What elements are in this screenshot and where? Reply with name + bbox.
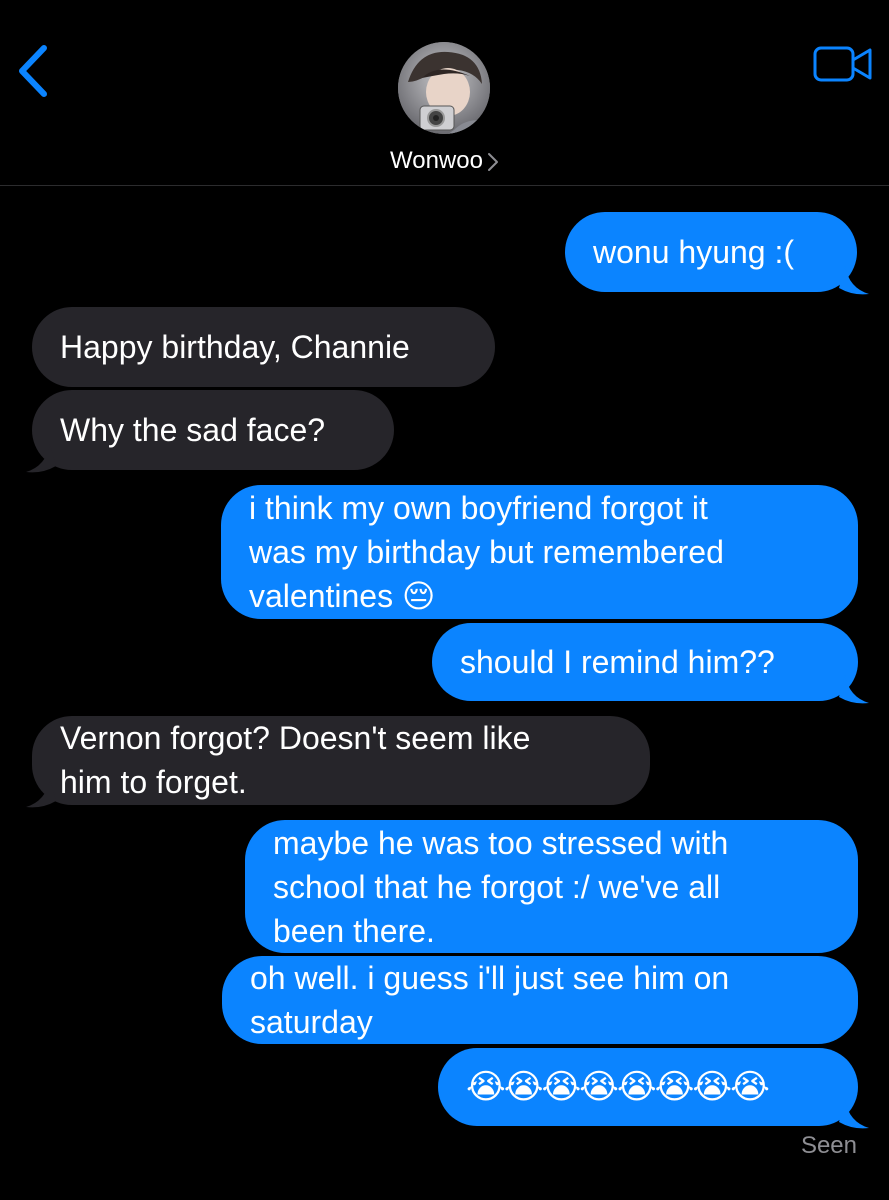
read-receipt: Seen [800,1132,857,1159]
message-text: Vernon forgot? Doesn't seem like him to … [60,720,531,800]
message-text: i think my own boyfriend forgot it was m… [249,490,724,614]
conversation-header: Wonwoo [0,0,889,186]
message-bubble-received[interactable]: Vernon forgot? Doesn't seem like him to … [32,716,650,805]
bubble-tail [839,266,869,295]
message-text: should I remind him?? [460,644,775,680]
bubble-tail [839,1100,869,1129]
contact-name: Wonwoo [390,147,483,174]
avatar-photo [398,42,490,134]
video-call-button[interactable] [812,44,874,84]
message-bubble-sent[interactable]: i think my own boyfriend forgot it was m… [221,485,858,619]
message-bubble-received[interactable]: Happy birthday, Channie [32,307,495,387]
message-bubble-sent[interactable]: maybe he was too stressed with school th… [245,820,858,953]
back-button[interactable] [14,42,54,100]
message-text: oh well. i guess i'll just see him on sa… [250,960,730,1040]
message-text: 😭😭😭😭😭😭😭😭 [466,1068,770,1106]
bubble-tail [839,675,869,704]
chevron-left-icon [19,45,47,97]
bubble-tail [26,779,56,808]
chevron-right-icon [487,152,498,171]
message-bubble-sent[interactable]: oh well. i guess i'll just see him on sa… [222,956,858,1044]
message-bubble-sent[interactable]: should I remind him?? [432,623,858,701]
bubble-tail [26,444,56,473]
video-camera-icon [813,46,872,82]
message-text: Happy birthday, Channie [60,329,410,365]
message-text: Why the sad face? [60,412,326,448]
message-text: maybe he was too stressed with school th… [273,825,729,949]
message-text: wonu hyung :( [593,234,795,270]
message-bubble-sent[interactable]: 😭😭😭😭😭😭😭😭 [438,1048,858,1126]
message-bubble-received[interactable]: Why the sad face? [32,390,394,470]
contact-name-button[interactable]: Wonwoo [300,146,589,176]
message-bubble-sent[interactable]: wonu hyung :( [565,212,857,292]
avatar[interactable] [398,42,490,134]
